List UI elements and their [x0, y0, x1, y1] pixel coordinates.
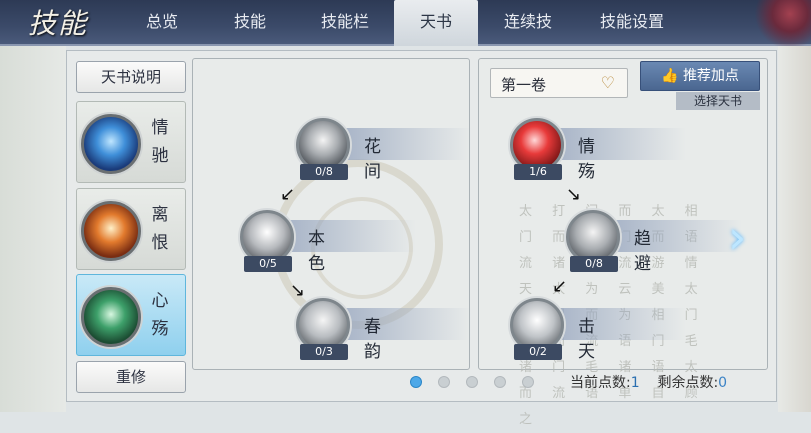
choose-book-button[interactable]: 选择天书: [676, 92, 760, 110]
tab-skills[interactable]: 技能: [204, 0, 296, 46]
explain-button[interactable]: 天书说明: [76, 61, 186, 93]
right-decoration: [778, 46, 811, 412]
school-name: 离恨: [151, 205, 169, 253]
school-xinshang[interactable]: 心殇: [76, 274, 186, 356]
volume-select[interactable]: 第一卷 ♡: [490, 68, 628, 98]
arrow-down-right-icon: ↘: [290, 280, 306, 301]
school-liheng[interactable]: 离恨: [76, 188, 186, 270]
tab-settings[interactable]: 技能设置: [578, 0, 686, 46]
tab-overview[interactable]: 总览: [120, 0, 204, 46]
page-dot[interactable]: [494, 376, 506, 388]
school-name: 情驰: [151, 118, 169, 166]
school-qingchi-icon: [81, 114, 141, 174]
points-summary: 当前点数:1 剩余点数:0: [570, 375, 728, 391]
page-dot[interactable]: [438, 376, 450, 388]
next-page-arrow-icon[interactable]: ›: [728, 214, 756, 260]
school-name: 心殇: [151, 291, 169, 339]
left-decoration: [0, 46, 66, 412]
window-logo: 技能: [28, 7, 89, 40]
tab-skillbar[interactable]: 技能栏: [296, 0, 394, 46]
page-dot[interactable]: [522, 376, 534, 388]
corner-ornament: [741, 0, 811, 46]
tab-bar: 总览 技能 技能栏 天书 连续技 技能设置: [120, 0, 686, 46]
chevron-down-icon: ♡: [600, 73, 615, 92]
school-liheng-icon: [81, 201, 141, 261]
recommend-button[interactable]: 👍 推荐加点: [640, 61, 760, 91]
reset-button[interactable]: 重修: [76, 361, 186, 393]
thumbs-up-icon: 👍: [661, 68, 683, 84]
top-bar: 技能 总览 技能 技能栏 天书 连续技 技能设置: [0, 0, 811, 46]
arrow-down-right-icon: ↘: [566, 184, 582, 205]
arrow-down-left-icon: ↙: [280, 184, 296, 205]
school-xinshang-icon: [81, 287, 141, 347]
page-indicator: [410, 376, 534, 388]
page-dot[interactable]: [410, 376, 422, 388]
tab-combo[interactable]: 连续技: [478, 0, 578, 46]
school-qingchi[interactable]: 情驰: [76, 101, 186, 183]
arrow-down-left-icon: ↙: [552, 276, 568, 297]
page-dot[interactable]: [466, 376, 478, 388]
tab-tianshu[interactable]: 天书: [394, 0, 478, 46]
